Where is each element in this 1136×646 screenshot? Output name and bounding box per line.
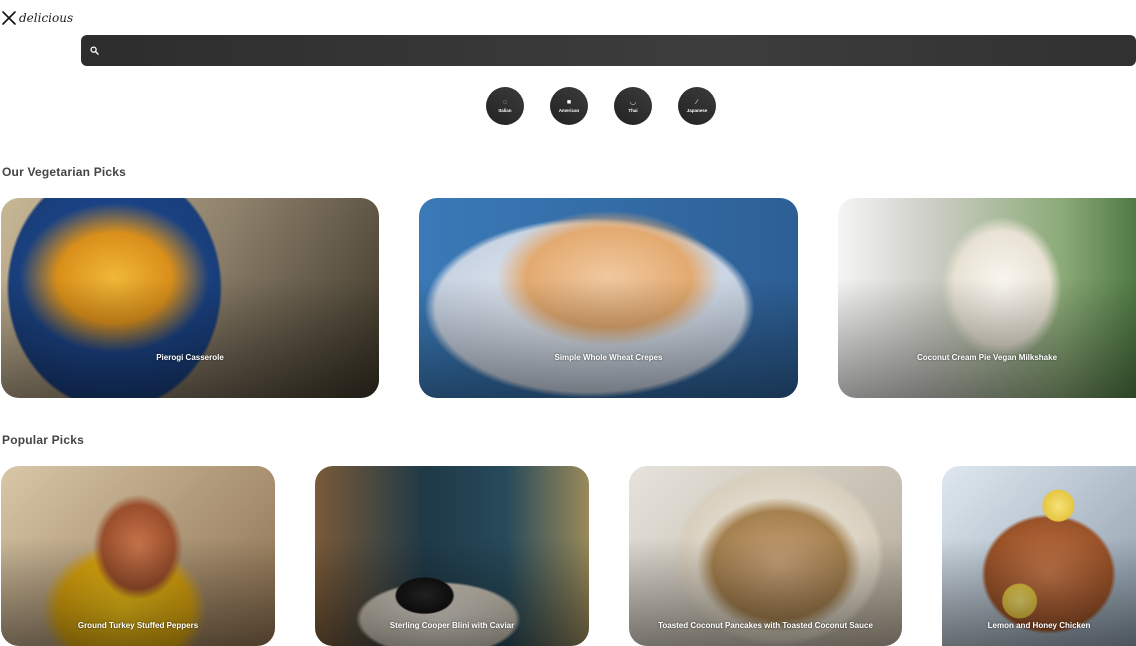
recipe-card[interactable]: Toasted Coconut Pancakes with Toasted Co…	[629, 466, 902, 646]
image-overlay	[838, 198, 1136, 398]
image-overlay	[629, 466, 902, 646]
search-input[interactable]	[105, 35, 1136, 66]
image-overlay	[419, 198, 798, 398]
logo-text: delicious	[19, 11, 74, 25]
pizza-icon: ◌	[502, 99, 508, 106]
burger-icon: ■	[566, 99, 572, 106]
image-overlay	[942, 466, 1136, 646]
recipe-title: Ground Turkey Stuffed Peppers	[77, 621, 199, 630]
recipe-card[interactable]: Coconut Cream Pie Vegan Milkshake	[838, 198, 1136, 398]
recipe-title: Pierogi Casserole	[156, 353, 224, 362]
category-label: American	[558, 108, 580, 113]
recipe-title: Simple Whole Wheat Crepes	[554, 353, 663, 362]
category-italian[interactable]: ◌ Italian	[486, 87, 524, 125]
recipe-card[interactable]: Ground Turkey Stuffed Peppers	[1, 466, 275, 646]
category-american[interactable]: ■ American	[550, 87, 588, 125]
category-japanese[interactable]: ∕ Japanese	[678, 87, 716, 125]
category-list: ◌ Italian ■ American ◡ Thai ∕ Japanese	[486, 87, 716, 125]
noodle-bowl-icon: ◡	[629, 99, 637, 106]
recipe-card[interactable]: Pierogi Casserole	[1, 198, 379, 398]
recipe-title: Sterling Cooper Blini with Caviar	[389, 621, 515, 630]
recipe-card[interactable]: Simple Whole Wheat Crepes	[419, 198, 798, 398]
recipe-card[interactable]: Sterling Cooper Blini with Caviar	[315, 466, 589, 646]
image-overlay	[315, 466, 589, 646]
category-label: Japanese	[686, 108, 708, 113]
recipe-title: Lemon and Honey Chicken	[987, 621, 1091, 630]
fork-knife-icon	[2, 11, 16, 25]
category-thai[interactable]: ◡ Thai	[614, 87, 652, 125]
section-title-vegetarian: Our Vegetarian Picks	[2, 165, 127, 179]
category-label: Italian	[498, 108, 512, 113]
search-icon	[90, 46, 99, 55]
category-label: Thai	[628, 108, 638, 113]
image-overlay	[1, 198, 379, 398]
chopsticks-icon: ∕	[696, 99, 698, 106]
search-bar[interactable]	[81, 35, 1136, 66]
recipe-title: Toasted Coconut Pancakes with Toasted Co…	[658, 621, 873, 630]
section-title-popular: Popular Picks	[2, 433, 84, 447]
logo[interactable]: delicious	[1, 10, 73, 26]
recipe-card[interactable]: Lemon and Honey Chicken	[942, 466, 1136, 646]
recipe-title: Coconut Cream Pie Vegan Milkshake	[916, 353, 1058, 362]
image-overlay	[1, 466, 275, 646]
